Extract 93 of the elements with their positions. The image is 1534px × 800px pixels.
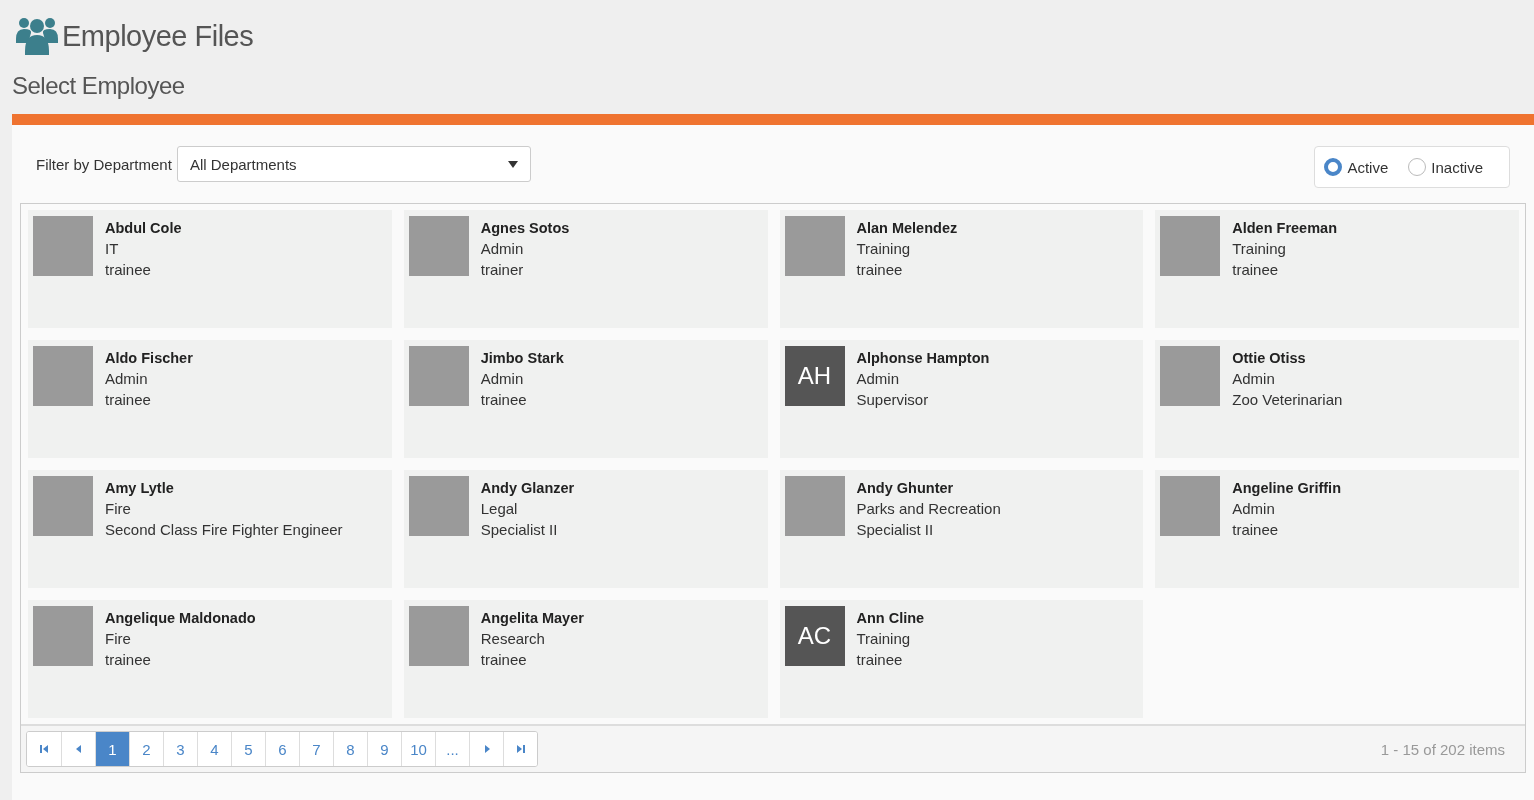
- employee-card[interactable]: Alan Melendez Training trainee: [779, 210, 1144, 328]
- status-radio[interactable]: Active: [1324, 158, 1389, 176]
- employee-department: Research: [480, 629, 546, 649]
- initials-avatar: AC: [784, 606, 845, 666]
- employee-role: trainee: [856, 260, 904, 280]
- photo-placeholder: [33, 216, 93, 276]
- people-icon: [16, 17, 58, 55]
- page-button[interactable]: 1: [95, 732, 129, 766]
- employee-department: Admin: [1232, 499, 1276, 519]
- page-title: Select Employee: [12, 72, 186, 101]
- employee-name: Angelique Maldonado: [105, 609, 256, 628]
- employee-role: Zoo Veterinarian: [1232, 390, 1343, 410]
- last-page-icon: [515, 744, 526, 754]
- employee-department: Admin: [480, 239, 525, 259]
- photo-placeholder: [784, 476, 845, 536]
- employee-role: trainee: [1232, 520, 1280, 540]
- employee-card[interactable]: Angeline Griffin Admin trainee: [1155, 470, 1519, 588]
- photo-placeholder: [408, 476, 469, 536]
- photo-placeholder: [408, 216, 469, 276]
- photo-placeholder: [408, 346, 469, 406]
- employee-role: Supervisor: [856, 390, 930, 410]
- radio-button[interactable]: [1408, 158, 1427, 176]
- employee-name: Ann Cline: [856, 609, 925, 628]
- employee-department: Training: [856, 239, 912, 259]
- employee-card[interactable]: Ottie Otiss Admin Zoo Veterinarian: [1155, 340, 1519, 458]
- initials-avatar: AH: [784, 346, 845, 406]
- employee-name: Alan Melendez: [856, 219, 958, 238]
- employee-role: trainee: [1232, 260, 1280, 280]
- photo-placeholder: [408, 606, 469, 666]
- employee-department: Admin: [856, 369, 901, 389]
- photo-placeholder: [1160, 346, 1221, 406]
- employee-role: Specialist II: [480, 520, 559, 540]
- department-dropdown[interactable]: All Departments: [176, 146, 531, 182]
- employee-card[interactable]: Angelita Mayer Research trainee: [403, 600, 768, 718]
- employee-name: Aldo Fischer: [105, 349, 193, 368]
- photo-placeholder: [784, 216, 845, 276]
- employee-name: Alphonse Hampton: [856, 349, 990, 368]
- caret-icon: [507, 160, 518, 168]
- employee-card[interactable]: Angelique Maldonado Fire trainee: [28, 600, 392, 718]
- employee-card[interactable]: Alden Freeman Training trainee: [1155, 210, 1519, 328]
- pager-summary: 1 - 15 of 202 items: [1380, 740, 1505, 758]
- employee-department: Parks and Recreation: [856, 499, 1001, 519]
- employee-department: Fire: [105, 629, 132, 649]
- radio-button[interactable]: [1324, 158, 1343, 176]
- employee-role: trainee: [856, 650, 904, 670]
- employee-name: Jimbo Stark: [480, 349, 564, 368]
- employee-card[interactable]: AC Ann Cline Training trainee: [779, 600, 1144, 718]
- employee-role: trainee: [105, 260, 152, 280]
- employee-card[interactable]: Jimbo Stark Admin trainee: [403, 340, 768, 458]
- radio-label: Inactive: [1431, 158, 1483, 176]
- photo-placeholder: [1160, 476, 1221, 536]
- employee-name: Ottie Otiss: [1232, 349, 1307, 368]
- employee-name: Angeline Griffin: [1232, 479, 1341, 498]
- employee-department: Admin: [105, 369, 149, 389]
- dropdown-value: All Departments: [189, 155, 297, 173]
- employee-card[interactable]: AH Alphonse Hampton Admin Supervisor: [779, 340, 1144, 458]
- employee-card[interactable]: Andy Glanzer Legal Specialist II: [403, 470, 768, 588]
- employee-role: trainee: [105, 650, 152, 670]
- employee-department: Fire: [105, 499, 132, 519]
- employee-role: trainee: [480, 390, 528, 410]
- employee-department: Training: [856, 629, 912, 649]
- employee-department: IT: [105, 239, 120, 259]
- first-page-icon: [39, 744, 49, 754]
- employee-card[interactable]: Amy Lytle Fire Second Class Fire Fighter Engineer: [28, 470, 392, 588]
- radio-label: Active: [1347, 158, 1389, 176]
- employee-name: Abdul Cole: [105, 219, 182, 238]
- employee-name: Andy Ghunter: [856, 479, 955, 498]
- photo-placeholder: [1160, 216, 1221, 276]
- employee-card[interactable]: Andy Ghunter Parks and Recreation Specialist II: [779, 470, 1144, 588]
- photo-placeholder: [33, 606, 93, 666]
- employee-role: Specialist II: [856, 520, 935, 540]
- employee-name: Amy Lytle: [105, 479, 175, 498]
- employee-department: Admin: [480, 369, 525, 389]
- employee-name: Angelita Mayer: [480, 609, 584, 628]
- employee-department: Legal: [480, 499, 519, 519]
- app-title: Employee Files: [62, 19, 254, 53]
- employee-card[interactable]: Agnes Sotos Admin trainer: [403, 210, 768, 328]
- employee-name: Alden Freeman: [1232, 219, 1337, 238]
- photo-placeholder: [33, 346, 93, 406]
- filter-label: Filter by Department: [36, 155, 172, 173]
- employee-role: trainer: [480, 260, 525, 280]
- employee-role: trainee: [105, 390, 152, 410]
- employee-card[interactable]: Abdul Cole IT trainee: [28, 210, 392, 328]
- status-radio[interactable]: Inactive: [1408, 158, 1483, 176]
- employee-card[interactable]: Aldo Fischer Admin trainee: [28, 340, 392, 458]
- photo-placeholder: [33, 476, 93, 536]
- last-page-button[interactable]: [503, 732, 537, 766]
- employee-department: Admin: [1232, 369, 1276, 389]
- employee-name: Agnes Sotos: [480, 219, 570, 238]
- employee-department: Training: [1232, 239, 1287, 259]
- employee-name: Andy Glanzer: [480, 479, 575, 498]
- employee-role: trainee: [480, 650, 528, 670]
- employee-role: Second Class Fire Fighter Engineer: [105, 520, 343, 540]
